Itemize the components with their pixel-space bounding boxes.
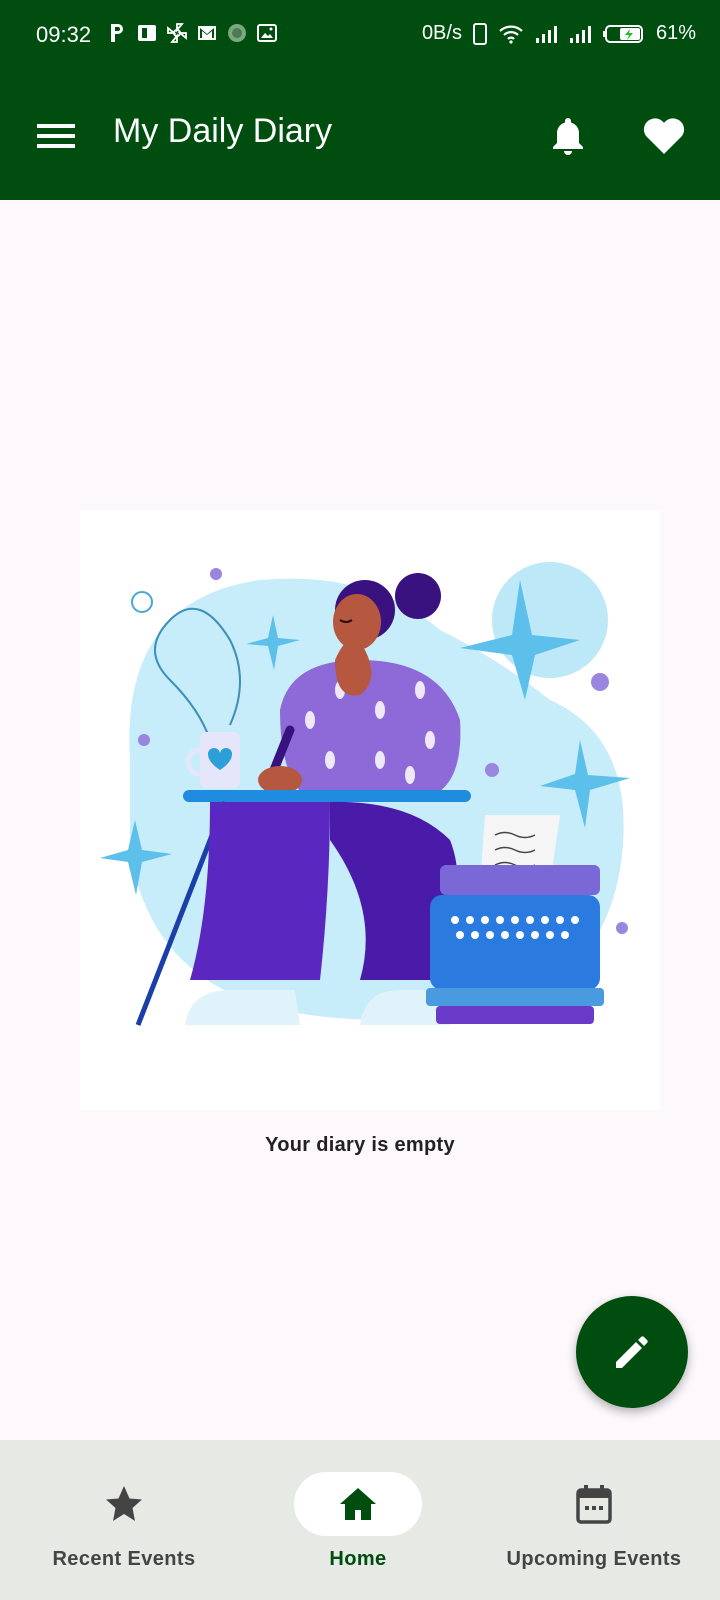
notifications-button[interactable] [536,104,600,168]
nav-recent-events[interactable]: Recent Events [34,1440,214,1600]
phone-icon [472,22,487,45]
heart-icon [643,118,685,154]
empty-diary-message: Your diary is empty [265,1134,455,1156]
wifi-icon [499,25,523,44]
empty-diary-illustration [80,510,660,1110]
new-entry-button[interactable] [576,1296,688,1408]
gallery-icon [257,24,277,42]
home-icon [340,1488,376,1520]
signal-icon [569,25,591,43]
signal-icon [535,25,557,43]
bottom-navigation: Recent Events Home Upcoming Events [0,1440,720,1600]
app-title: My Daily Diary [113,112,333,150]
notification-icons [106,22,278,44]
calendar-icon [576,1485,612,1524]
menu-button[interactable] [24,104,88,168]
nav-upcoming-events[interactable]: Upcoming Events [490,1440,698,1600]
status-bar: 09:32 0B/s 61% [0,0,720,72]
system-indicators: 0B/s 61% [422,22,696,45]
battery-level: 61% [655,22,696,44]
app-icon [228,24,246,42]
menu-icon [37,124,75,148]
nav-icon-container [530,1472,658,1536]
office-icon [138,25,156,41]
nav-home[interactable]: Home [268,1440,448,1600]
pinwheel-icon [167,23,187,43]
battery-icon [602,24,643,43]
pencil-icon [616,1336,648,1368]
nav-icon-container [60,1472,188,1536]
bell-icon [553,118,583,155]
nav-icon-container [294,1472,422,1536]
nav-label: Home [329,1548,387,1570]
status-time: 09:32 [36,22,92,47]
gmail-icon [198,26,216,40]
nav-label: Upcoming Events [506,1548,682,1570]
star-icon [106,1486,142,1521]
p-icon [111,24,123,42]
app-bar: My Daily Diary [0,72,720,200]
net-speed: 0B/s [421,22,462,44]
favorites-button[interactable] [632,104,696,168]
nav-label: Recent Events [52,1548,196,1570]
